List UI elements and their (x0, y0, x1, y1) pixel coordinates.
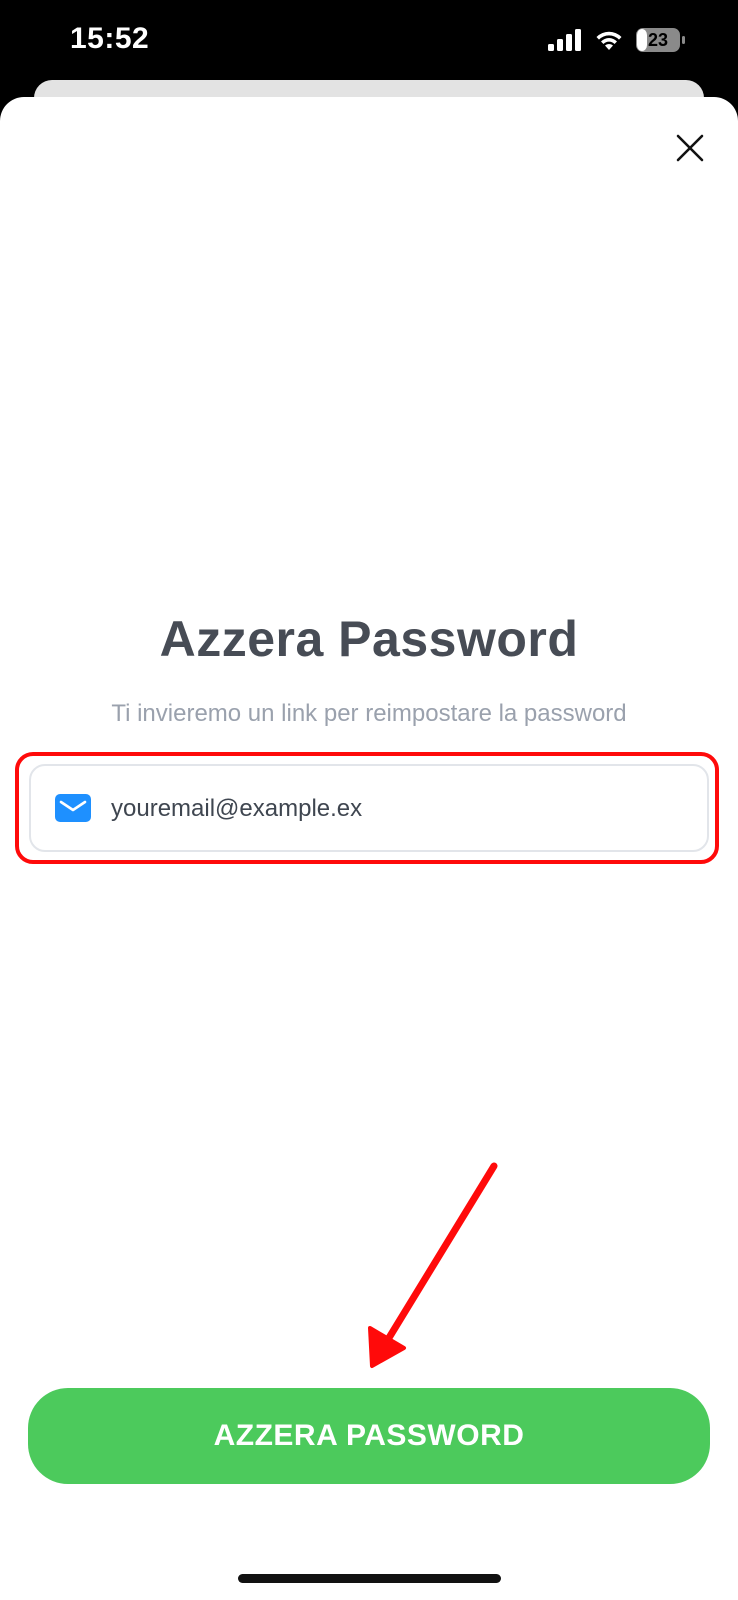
wifi-icon (596, 31, 622, 50)
battery-icon: 23 (636, 28, 686, 52)
status-time: 15:52 (70, 22, 150, 55)
page-title: Azzera Password (159, 611, 579, 667)
status-bar: 15:52 23 (0, 0, 738, 84)
reset-password-button[interactable]: AZZERA PASSWORD (28, 1388, 710, 1484)
close-button[interactable] (668, 126, 712, 170)
battery-level: 23 (647, 30, 669, 50)
email-field[interactable]: youremail@example.ex (29, 764, 709, 852)
signal-icon (548, 29, 581, 51)
email-value: youremail@example.ex (111, 795, 363, 822)
close-icon (676, 134, 704, 162)
status-icons: 23 (548, 28, 686, 52)
mail-icon (55, 794, 91, 822)
home-indicator[interactable] (238, 1574, 501, 1583)
page-subtitle: Ti invieremo un link per reimpostare la … (111, 700, 627, 727)
